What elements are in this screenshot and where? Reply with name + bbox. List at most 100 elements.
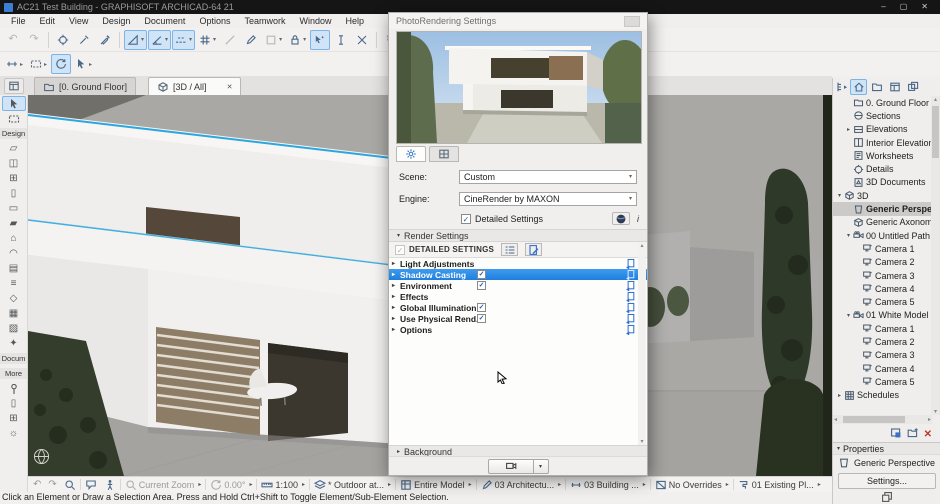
zoom-level-button[interactable]: Current Zoom ▸: [122, 478, 205, 492]
scene-select[interactable]: Custom ▾: [459, 169, 637, 184]
next-view-button[interactable]: ↷: [45, 478, 59, 492]
render-settings-header[interactable]: ▾ Render Settings: [389, 229, 647, 242]
pan-button[interactable]: [82, 478, 100, 492]
slab-tool[interactable]: ▰: [2, 216, 26, 231]
size-tab[interactable]: [429, 146, 459, 162]
collapse-arrow-icon[interactable]: ▾: [844, 232, 853, 239]
scroll-thumb[interactable]: [932, 106, 939, 158]
checkbox[interactable]: ✓: [477, 281, 486, 290]
reset-setting-icon[interactable]: [625, 302, 636, 313]
mesh-tool[interactable]: ▦: [2, 306, 26, 321]
tree-item[interactable]: Sections: [833, 109, 931, 122]
expand-arrow-icon[interactable]: ▸: [835, 392, 844, 399]
render-setting-row[interactable]: ▸ Environment ✓: [389, 280, 647, 291]
edit-settings-button[interactable]: [525, 243, 543, 256]
tree-item[interactable]: Camera 5: [833, 295, 931, 308]
scale-button[interactable]: 1:100 ▸: [258, 478, 308, 492]
view-map-tab[interactable]: [868, 79, 885, 95]
maximize-button[interactable]: ▢: [900, 0, 908, 14]
minimize-button[interactable]: –: [881, 0, 885, 14]
tree-item[interactable]: ▾ 3D: [833, 189, 931, 202]
explore-select-button[interactable]: ▸: [72, 54, 95, 74]
tree-item[interactable]: Generic Perspective: [833, 202, 931, 216]
dimension-style-button[interactable]: 03 Building ... ▸: [567, 478, 649, 492]
guide-segment-button[interactable]: [220, 30, 240, 50]
layer-combination-button[interactable]: * Outdoor at... ▸: [311, 478, 394, 492]
navigator-popup[interactable]: [835, 79, 849, 95]
magic-wand-button[interactable]: [310, 29, 331, 50]
expand-arrow-icon[interactable]: ▸: [844, 126, 853, 133]
zone-tool[interactable]: ▨: [2, 321, 26, 336]
render-setting-row[interactable]: ▸ Options: [389, 324, 647, 335]
view-tab-active[interactable]: [3D / All] ✕: [148, 77, 242, 95]
object-tool[interactable]: ✦: [2, 336, 26, 351]
menu-edit[interactable]: Edit: [33, 14, 63, 28]
tree-item[interactable]: Generic Axonometr: [833, 216, 931, 229]
dialog-titlebar[interactable]: PhotoRendering Settings: [389, 13, 647, 29]
drawing-tool[interactable]: ▯: [2, 396, 26, 411]
settings-tab[interactable]: [396, 146, 426, 162]
expand-arrow-icon[interactable]: ▸: [392, 304, 400, 311]
project-map-tab[interactable]: [850, 79, 867, 95]
delete-item-button[interactable]: ✕: [924, 429, 932, 440]
grid-tool[interactable]: ⊞: [2, 411, 26, 426]
layout-book-tab[interactable]: [886, 79, 903, 95]
menu-document[interactable]: Document: [137, 14, 192, 28]
text-cursor-button[interactable]: [331, 30, 351, 50]
favorites-button[interactable]: ▾: [262, 30, 285, 50]
expand-arrow-icon[interactable]: ▸: [392, 260, 400, 267]
window-tool[interactable]: ⊞: [2, 171, 26, 186]
save-current-view-button[interactable]: [890, 427, 902, 441]
tree-item[interactable]: Camera 1: [833, 242, 931, 255]
tree-item[interactable]: ▸ Elevations: [833, 123, 931, 136]
tree-item[interactable]: 0. Ground Floor: [833, 96, 931, 109]
orbit-globe-icon[interactable]: [33, 448, 50, 470]
orbit-button[interactable]: [51, 54, 72, 74]
wall-tool[interactable]: ▱: [2, 141, 26, 156]
navigator-vscrollbar[interactable]: ▴ ▾: [931, 96, 940, 415]
eyedropper-button[interactable]: [74, 30, 94, 50]
tree-item[interactable]: 3D Documents: [833, 176, 931, 189]
close-button[interactable]: ✕: [921, 0, 928, 14]
scroll-down-icon[interactable]: ▾: [931, 408, 940, 415]
pen-set-button[interactable]: 03 Architectu... ▸: [478, 478, 565, 492]
fit-in-window-button[interactable]: [61, 478, 79, 492]
scroll-left-icon[interactable]: ◂: [834, 416, 837, 423]
scroll-thumb[interactable]: [843, 416, 905, 423]
column-tool[interactable]: ▯: [2, 186, 26, 201]
new-folder-button[interactable]: [907, 427, 919, 441]
orientation-button[interactable]: 0.00° ▸: [207, 478, 255, 492]
reset-setting-icon[interactable]: [625, 313, 636, 324]
navigator-hscrollbar[interactable]: ◂ ▸: [833, 415, 932, 424]
redo-button[interactable]: ↷: [24, 30, 44, 50]
engine-info-button[interactable]: [612, 212, 630, 225]
menu-file[interactable]: File: [4, 14, 33, 28]
menu-window[interactable]: Window: [292, 14, 338, 28]
collapse-arrow-icon[interactable]: ▾: [844, 312, 853, 319]
detailed-settings-group[interactable]: ✓ DETAILED SETTINGS: [389, 242, 647, 258]
suspend-groups-button[interactable]: ▾: [286, 30, 309, 50]
checkbox[interactable]: ✓: [477, 303, 486, 312]
dialog-close-button[interactable]: [624, 15, 640, 27]
tree-item[interactable]: Camera 2: [833, 256, 931, 269]
reset-setting-icon[interactable]: [625, 269, 636, 280]
virtual-trace-button[interactable]: ▸: [3, 54, 26, 74]
dialog-scrollbar[interactable]: ▴ ▾: [638, 242, 646, 445]
select-tool[interactable]: [1, 96, 26, 111]
trace-reference-button[interactable]: ▸: [27, 54, 50, 74]
graphic-override-button[interactable]: No Overrides ▸: [652, 478, 732, 492]
light-tool[interactable]: ☼: [2, 426, 26, 441]
guide-lines-button[interactable]: ▾: [172, 29, 196, 50]
view-tab-inactive[interactable]: [0. Ground Floor]: [34, 77, 137, 95]
morph-tool[interactable]: ◇: [2, 291, 26, 306]
snap-grid-button[interactable]: ▾: [196, 30, 219, 50]
tree-item[interactable]: Interior Elevations: [833, 136, 931, 149]
pen-button[interactable]: [241, 30, 261, 50]
beam-tool[interactable]: ▭: [2, 201, 26, 216]
renovation-filter-button[interactable]: 01 Existing Pl... ▸: [735, 478, 824, 492]
stretch-button[interactable]: [352, 30, 372, 50]
menu-help[interactable]: Help: [339, 14, 372, 28]
door-tool[interactable]: ◫: [2, 156, 26, 171]
start-rendering-button[interactable]: [487, 458, 534, 474]
expand-arrow-icon[interactable]: ▸: [392, 271, 400, 278]
